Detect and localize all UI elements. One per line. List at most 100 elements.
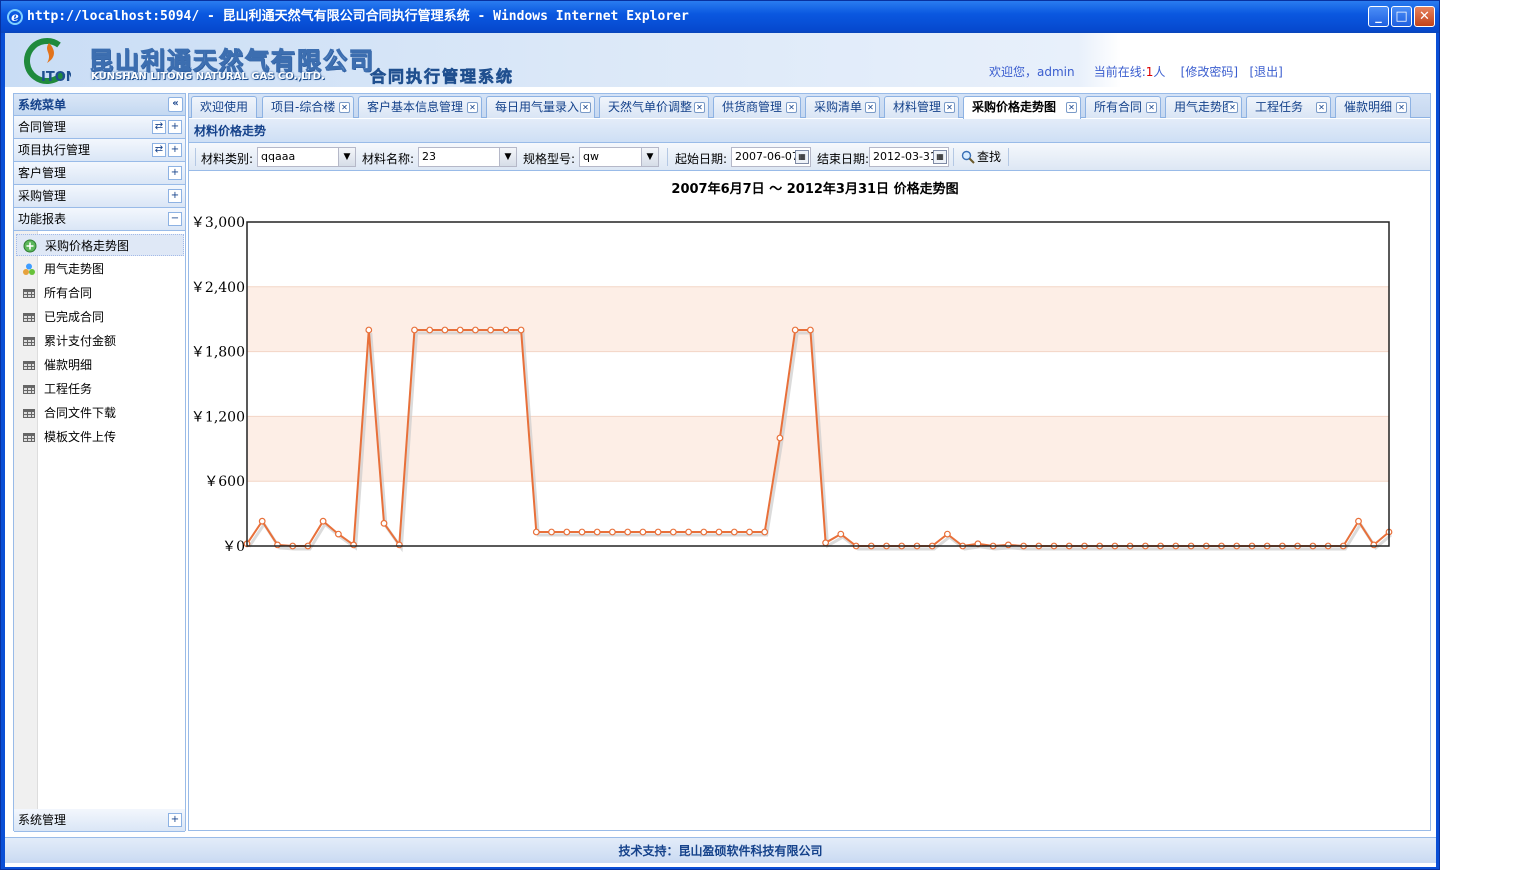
tab-item[interactable]: 工程任务 ✕ bbox=[1246, 96, 1331, 118]
menu-item[interactable]: 所有合同 bbox=[16, 282, 184, 304]
spec-combo[interactable]: qw ▼ bbox=[579, 147, 659, 167]
sidebar-section[interactable]: 项目执行管理 ⇄ + bbox=[14, 139, 185, 162]
expand-icon[interactable]: + bbox=[168, 813, 182, 827]
data-point[interactable] bbox=[578, 528, 586, 536]
sidebar-section[interactable]: 客户管理 + bbox=[14, 162, 185, 185]
collapse-sidebar-button[interactable]: « bbox=[168, 97, 183, 112]
data-point[interactable] bbox=[334, 530, 342, 538]
data-point[interactable] bbox=[746, 528, 753, 536]
data-point[interactable] bbox=[1004, 541, 1012, 549]
expand-icon[interactable]: + bbox=[168, 143, 182, 157]
sidebar-section-system[interactable]: 系统管理 + bbox=[14, 809, 185, 832]
menu-item[interactable]: 催款明细 bbox=[16, 354, 184, 376]
tab-item[interactable]: 项目-综合楼 ✕ bbox=[262, 96, 354, 118]
tab-item[interactable]: 所有合同 ✕ bbox=[1085, 96, 1161, 118]
logout-link[interactable]: [退出] bbox=[1250, 65, 1283, 79]
data-point[interactable] bbox=[730, 528, 738, 536]
chevron-down-icon[interactable]: ▼ bbox=[338, 148, 355, 166]
close-tab-icon[interactable]: ✕ bbox=[467, 102, 478, 113]
start-date-field[interactable]: 2007-06-07 ▦ bbox=[731, 147, 811, 167]
data-point[interactable] bbox=[715, 528, 723, 536]
data-point[interactable] bbox=[411, 326, 418, 334]
tab-item[interactable]: 客户基本信息管理 ✕ bbox=[358, 96, 482, 118]
data-point[interactable] bbox=[395, 541, 403, 549]
data-point[interactable] bbox=[654, 528, 662, 536]
sidebar-section[interactable]: 采购管理 + bbox=[14, 185, 185, 208]
data-point[interactable] bbox=[761, 528, 769, 536]
refresh-icon[interactable]: ⇄ bbox=[152, 143, 166, 157]
expand-icon[interactable]: + bbox=[168, 120, 182, 134]
data-point[interactable] bbox=[365, 326, 373, 334]
close-button[interactable]: ✕ bbox=[1414, 6, 1435, 27]
window-titlebar[interactable]: e http://localhost:5094/ - 昆山利通天然气有限公司合同… bbox=[1, 1, 1439, 33]
menu-item[interactable]: 合同文件下载 bbox=[16, 402, 184, 424]
data-point[interactable] bbox=[350, 541, 358, 549]
category-combo[interactable]: qqaaa ▼ bbox=[257, 147, 356, 167]
data-point[interactable] bbox=[517, 326, 525, 334]
close-tab-icon[interactable]: ✕ bbox=[1146, 102, 1157, 113]
calendar-icon[interactable]: ▦ bbox=[795, 150, 809, 164]
tab-item[interactable]: 材料管理 ✕ bbox=[884, 96, 959, 118]
expand-icon[interactable]: + bbox=[168, 166, 182, 180]
material-name-combo[interactable]: 23 ▼ bbox=[418, 147, 517, 167]
tab-item[interactable]: 欢迎使用 bbox=[191, 96, 257, 118]
minimize-button[interactable]: _ bbox=[1368, 6, 1389, 27]
data-point[interactable] bbox=[669, 528, 677, 536]
data-point[interactable] bbox=[456, 326, 464, 334]
data-point[interactable] bbox=[807, 326, 814, 334]
data-point[interactable] bbox=[822, 539, 829, 547]
data-point[interactable] bbox=[472, 326, 479, 334]
data-point[interactable] bbox=[548, 528, 555, 536]
data-point[interactable] bbox=[426, 326, 434, 334]
data-point[interactable] bbox=[685, 528, 693, 536]
search-button[interactable]: 查找 bbox=[959, 147, 1001, 167]
close-tab-icon[interactable]: ✕ bbox=[1316, 102, 1327, 113]
menu-item[interactable]: 已完成合同 bbox=[16, 306, 184, 328]
end-date-field[interactable]: 2012-03-31 ▦ bbox=[869, 147, 949, 167]
data-point[interactable] bbox=[487, 326, 495, 334]
data-point[interactable] bbox=[837, 530, 845, 538]
close-tab-icon[interactable]: ✕ bbox=[786, 102, 797, 113]
data-point[interactable] bbox=[258, 517, 266, 525]
data-point[interactable] bbox=[700, 528, 708, 536]
data-point[interactable] bbox=[380, 519, 388, 527]
data-point[interactable] bbox=[1355, 517, 1362, 525]
menu-item[interactable]: 工程任务 bbox=[16, 378, 184, 400]
chevron-down-icon[interactable]: ▼ bbox=[499, 148, 516, 166]
refresh-icon[interactable]: ⇄ bbox=[152, 120, 166, 134]
maximize-button[interactable]: □ bbox=[1391, 6, 1412, 27]
data-point[interactable] bbox=[944, 530, 951, 538]
close-tab-icon[interactable]: ✕ bbox=[339, 102, 350, 113]
tab-item[interactable]: 天然气单价调整 ✕ bbox=[599, 96, 709, 118]
close-tab-icon[interactable]: ✕ bbox=[580, 102, 591, 113]
tab-item[interactable]: 催款明细 ✕ bbox=[1335, 96, 1411, 118]
tab-item[interactable]: 用气走势图 ✕ bbox=[1165, 96, 1242, 118]
data-point[interactable] bbox=[791, 326, 799, 334]
close-tab-icon[interactable]: ✕ bbox=[865, 102, 876, 113]
sidebar-section[interactable]: 功能报表 − bbox=[14, 208, 185, 231]
data-point[interactable] bbox=[563, 528, 571, 536]
data-point[interactable] bbox=[593, 528, 601, 536]
tab-item[interactable]: 每日用气量录入 ✕ bbox=[486, 96, 595, 118]
data-point[interactable] bbox=[319, 517, 327, 525]
data-point[interactable] bbox=[624, 528, 632, 536]
calendar-icon[interactable]: ▦ bbox=[933, 150, 947, 164]
tab-item[interactable]: 采购清单 ✕ bbox=[805, 96, 880, 118]
close-tab-icon[interactable]: ✕ bbox=[1396, 102, 1407, 113]
tab-item[interactable]: 供货商管理 ✕ bbox=[713, 96, 801, 118]
data-point[interactable] bbox=[441, 326, 449, 334]
menu-item[interactable]: 用气走势图 bbox=[16, 258, 184, 280]
data-point[interactable] bbox=[1370, 541, 1378, 549]
data-point[interactable] bbox=[532, 528, 540, 536]
expand-icon[interactable]: + bbox=[168, 189, 182, 203]
menu-item[interactable]: 采购价格走势图 bbox=[16, 234, 184, 256]
menu-item[interactable]: 模板文件上传 bbox=[16, 426, 184, 448]
chevron-down-icon[interactable]: ▼ bbox=[641, 148, 658, 166]
data-point[interactable] bbox=[502, 326, 510, 334]
collapse-icon[interactable]: − bbox=[168, 212, 182, 226]
close-tab-icon[interactable]: ✕ bbox=[694, 102, 705, 113]
tab-item[interactable]: 采购价格走势图 ✕ bbox=[963, 96, 1081, 119]
data-point[interactable] bbox=[609, 528, 616, 536]
data-point[interactable] bbox=[274, 541, 281, 549]
sidebar-section[interactable]: 合同管理 ⇄ + bbox=[14, 116, 185, 139]
